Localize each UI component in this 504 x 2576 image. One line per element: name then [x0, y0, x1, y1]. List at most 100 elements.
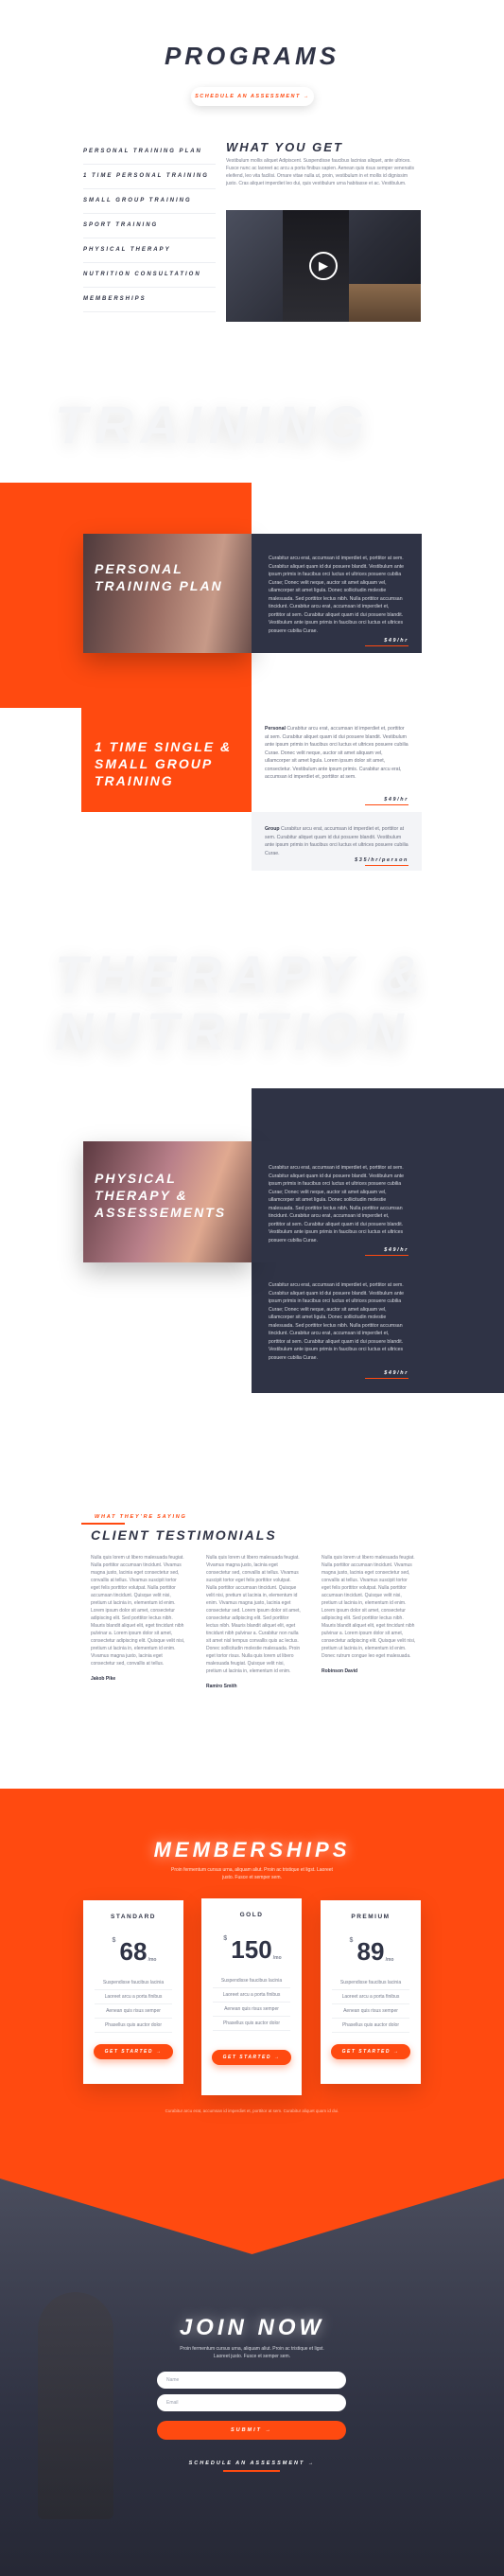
- eyebrow-rule: [81, 1523, 125, 1525]
- physical-therapy-panel: Curabitur arcu erat, accumsan id imperdi…: [252, 1141, 422, 1262]
- price-value: 89: [356, 1937, 385, 1966]
- group-per-person-price: $35/hr/person: [355, 857, 408, 863]
- testimonial-author: Robinson David: [322, 1668, 358, 1674]
- testimonials-eyebrow: What they're saying: [95, 1514, 187, 1520]
- program-item-sport-training[interactable]: Sport Training: [83, 214, 216, 238]
- currency-symbol: $: [223, 1935, 228, 1942]
- get-started-button[interactable]: Get Started →: [93, 2044, 174, 2059]
- program-item-nutrition[interactable]: Nutrition Consultation: [83, 263, 216, 288]
- training-ghost-title: Training: [55, 395, 372, 454]
- testimonial-1: Nulla quis lorem ut libero malesuada feu…: [91, 1554, 185, 1683]
- price-rule: [365, 644, 408, 646]
- testimonial-author: Ramiro Smith: [206, 1684, 237, 1689]
- program-item-1-time-personal[interactable]: 1 Time Personal Training: [83, 165, 216, 189]
- plan-name: Standard: [111, 1914, 156, 1920]
- group-text: Group Curabitur arcu erat, accumsan id i…: [265, 825, 408, 857]
- price-rule: [365, 1377, 408, 1379]
- nutrition-price: $49/hr: [384, 1370, 408, 1376]
- price-rule: [365, 864, 408, 866]
- price-value: 150: [231, 1935, 272, 1964]
- plan-name: Premium: [351, 1914, 391, 1920]
- price-rule: [365, 1254, 408, 1256]
- programs-title: Programs: [164, 42, 340, 70]
- training-section: Training Personal Training Plan Curabitu…: [0, 350, 504, 918]
- testimonial-text: Nulla quis lorem ut libero malesuada feu…: [322, 1555, 416, 1659]
- feature-list: Suspendisse faucibus lacinia Laoreet arc…: [83, 1976, 183, 2033]
- feature-item: Suspendisse faucibus lacinia: [213, 1974, 290, 1988]
- testimonials-section: What they're saying Client Testimonials …: [0, 1476, 504, 1789]
- testimonial-text: Nulla quis lorem ut libero malesuada feu…: [206, 1555, 301, 1674]
- group-training-desc: Curabitur arcu erat, accumsan id imperdi…: [265, 726, 408, 780]
- join-title: Join Now: [179, 2315, 325, 2340]
- schedule-assessment-button[interactable]: Schedule an assessment →: [191, 87, 314, 106]
- therapy-ghost-line1: Therapy &: [55, 944, 428, 1004]
- currency-symbol: $: [349, 1937, 354, 1944]
- schedule-rule: [223, 2470, 280, 2472]
- what-you-get-title: What You Get: [226, 140, 343, 154]
- join-subtitle: Proin fermentum cursus urna, aliquam ali…: [180, 2346, 324, 2359]
- program-list: Personal Training Plan 1 Time Personal T…: [83, 140, 216, 312]
- physical-therapy-title: Physical Therapy & Assessements: [95, 1171, 227, 1220]
- get-started-button[interactable]: Get Started →: [211, 2050, 292, 2065]
- plan-card-standard: Standard $68/mo Suspendisse faucibus lac…: [83, 1900, 183, 2084]
- programs-section: Programs Schedule an assessment → Person…: [0, 0, 504, 350]
- personal-training-text: Curabitur arcu erat, accumsan id imperdi…: [269, 556, 405, 634]
- name-field[interactable]: Name: [157, 2372, 346, 2389]
- plan-price: $150/mo: [223, 1935, 281, 1965]
- price-period: /mo: [385, 1957, 394, 1963]
- feature-item: Aenean quis risus semper: [95, 2004, 172, 2019]
- testimonials-title: Client Testimonials: [91, 1527, 277, 1543]
- plan-price: $68/mo: [113, 1937, 157, 1967]
- get-started-button[interactable]: Get Started →: [330, 2044, 411, 2059]
- join-section: Join Now Proin fermentum cursus urna, al…: [0, 2179, 504, 2576]
- play-icon[interactable]: ▶: [309, 252, 338, 280]
- therapy-section: Therapy & Nutrition Physical Therapy & A…: [0, 918, 504, 1476]
- feature-item: Phasellus quis auctor dolor: [332, 2019, 409, 2033]
- price-period: /mo: [148, 1957, 157, 1963]
- video-thumbnail[interactable]: ▶: [226, 210, 421, 322]
- group-training-price: $49/hr: [384, 797, 408, 803]
- join-schedule-link[interactable]: Schedule an assessment →: [0, 2461, 504, 2466]
- therapy-ghost-line2: Nutrition: [55, 1001, 411, 1061]
- group-training-title: 1 Time Single & Small Group Training: [95, 739, 233, 788]
- nutrition-panel: Curabitur arcu erat, accumsan id imperdi…: [252, 1262, 422, 1385]
- feature-item: Laoreet arcu a porta finibus: [213, 1988, 290, 2003]
- personal-training-title: Personal Training Plan: [95, 561, 223, 593]
- plan-card-premium: Premium $89/mo Suspendisse faucibus laci…: [321, 1900, 421, 2084]
- price-value: 68: [119, 1937, 148, 1966]
- physical-therapy-text: Curabitur arcu erat, accumsan id imperdi…: [269, 1165, 405, 1244]
- personal-training-price: $49/hr: [384, 638, 408, 644]
- group-training-text: Personal Curabitur arcu erat, accumsan i…: [265, 725, 408, 782]
- program-item-memberships[interactable]: Memberships: [83, 288, 216, 312]
- currency-symbol: $: [112, 1937, 116, 1944]
- personal-label: Personal: [265, 726, 286, 732]
- testimonial-3: Nulla quis lorem ut libero malesuada feu…: [322, 1554, 416, 1675]
- orange-chevron: [0, 2179, 504, 2254]
- group-per-person-panel: Group Curabitur arcu erat, accumsan id i…: [252, 812, 422, 871]
- feature-item: Aenean quis risus semper: [213, 2003, 290, 2017]
- feature-item: Laoreet arcu a porta finibus: [95, 1990, 172, 2004]
- physical-therapy-price: $49/hr: [384, 1247, 408, 1253]
- group-training-panel: Personal Curabitur arcu erat, accumsan i…: [252, 708, 422, 812]
- submit-button[interactable]: Submit →: [157, 2421, 346, 2440]
- plan-name: Gold: [239, 1912, 264, 1918]
- program-item-physical-therapy[interactable]: Physical Therapy: [83, 238, 216, 263]
- feature-list: Suspendisse faucibus lacinia Laoreet arc…: [321, 1976, 421, 2033]
- price-rule: [365, 803, 408, 805]
- memberships-section: Memberships Proin fermentum cursus urna,…: [0, 1789, 504, 2179]
- testimonial-2: Nulla quis lorem ut libero malesuada feu…: [206, 1554, 301, 1690]
- plan-price: $89/mo: [350, 1937, 394, 1967]
- nutrition-text: Curabitur arcu erat, accumsan id imperdi…: [269, 1282, 405, 1361]
- group-desc: Curabitur arcu erat, accumsan id imperdi…: [265, 826, 408, 856]
- feature-item: Phasellus quis auctor dolor: [95, 2019, 172, 2033]
- plan-card-gold: Gold $150/mo Suspendisse faucibus lacini…: [201, 1898, 302, 2095]
- program-item-small-group[interactable]: Small Group Training: [83, 189, 216, 214]
- email-field[interactable]: Email: [157, 2394, 346, 2411]
- group-label: Group: [265, 826, 280, 832]
- personal-training-panel: Curabitur arcu erat, accumsan id imperdi…: [252, 534, 422, 653]
- program-item-personal-training-plan[interactable]: Personal Training Plan: [83, 140, 216, 165]
- feature-item: Laoreet arcu a porta finibus: [332, 1990, 409, 2004]
- memberships-title: Memberships: [153, 1838, 351, 1861]
- testimonial-text: Nulla quis lorem ut libero malesuada feu…: [91, 1555, 185, 1667]
- feature-item: Suspendisse faucibus lacinia: [95, 1976, 172, 1990]
